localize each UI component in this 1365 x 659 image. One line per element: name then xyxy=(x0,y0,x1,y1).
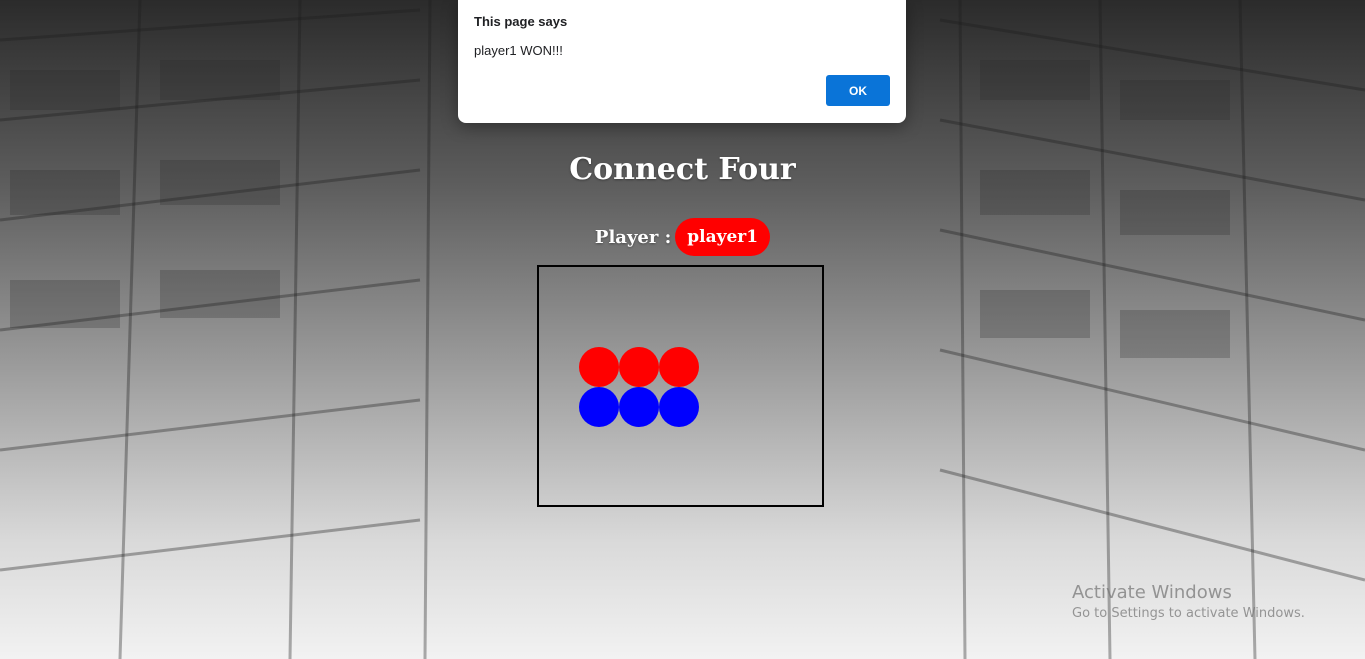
watermark-title: Activate Windows xyxy=(1072,582,1232,603)
dialog-message: player1 WON!!! xyxy=(474,43,563,58)
watermark-subtitle: Go to Settings to activate Windows. xyxy=(1072,606,1305,621)
current-player-indicator: Player : player1 xyxy=(0,218,1365,256)
board-disc-blue[interactable] xyxy=(659,387,699,427)
board-disc-blue[interactable] xyxy=(619,387,659,427)
game-board[interactable] xyxy=(537,265,824,507)
ok-button[interactable]: OK xyxy=(826,75,890,106)
board-disc-blue[interactable] xyxy=(579,387,619,427)
player-label: Player : xyxy=(594,226,672,248)
board-disc-red[interactable] xyxy=(659,347,699,387)
board-disc-red[interactable] xyxy=(579,347,619,387)
alert-dialog: This page says player1 WON!!! OK xyxy=(458,0,906,123)
page-title: Connect Four xyxy=(569,152,796,187)
activate-windows-watermark: Activate Windows Go to Settings to activ… xyxy=(1072,582,1305,624)
dialog-title: This page says xyxy=(474,14,568,29)
page-background: Connect Four Player : player1 This page … xyxy=(0,0,1365,659)
current-player-badge: player1 xyxy=(675,218,771,256)
board-disc-red[interactable] xyxy=(619,347,659,387)
